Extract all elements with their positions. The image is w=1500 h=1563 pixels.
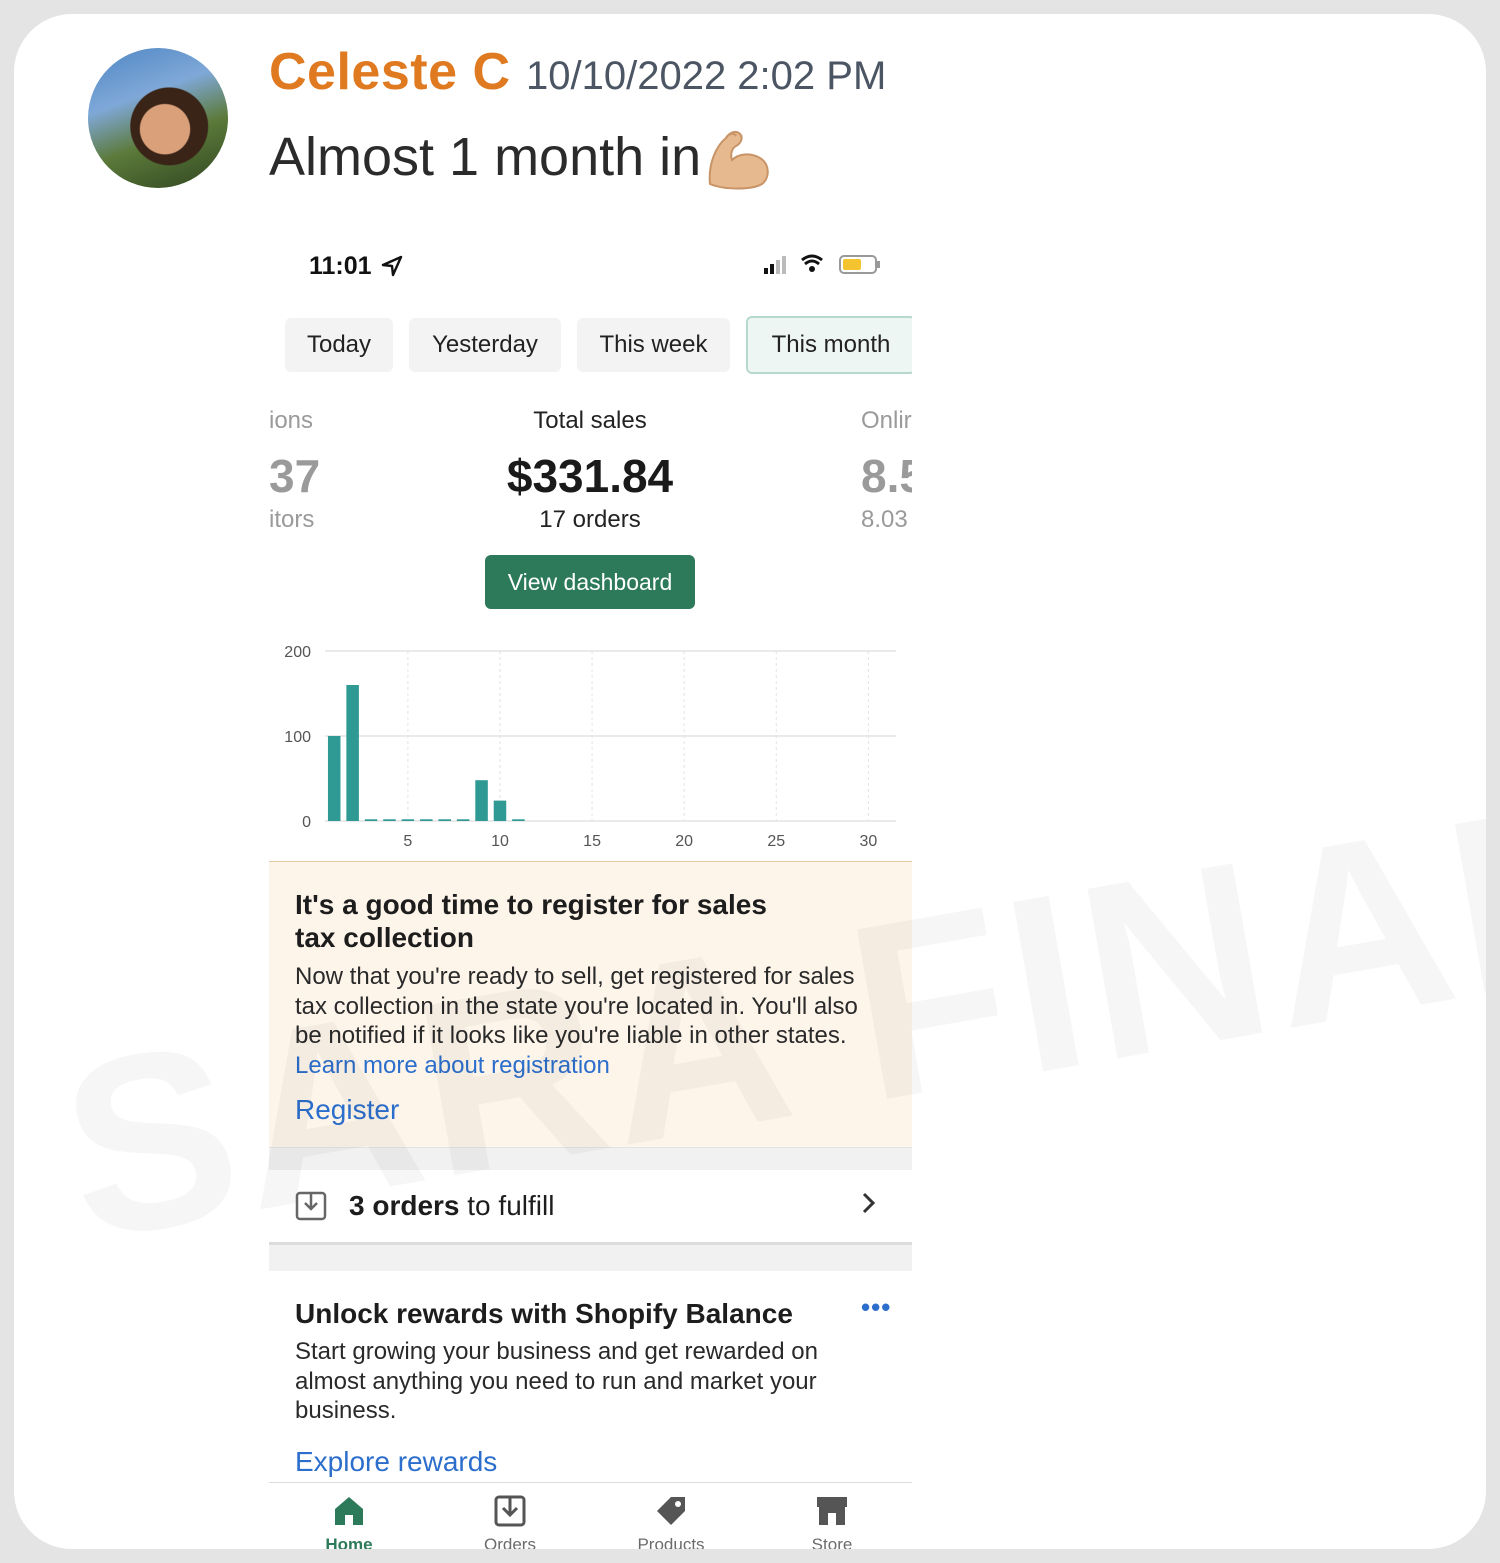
sales-bar-chart: 0 100 200 5 10 15 20 25 30 — [284, 644, 896, 849]
learn-more-link[interactable]: Learn more about registration — [295, 1052, 610, 1079]
filter-label: This month — [771, 331, 891, 358]
section-divider — [269, 1148, 912, 1170]
fulfill-suffix: to fulfill — [459, 1190, 555, 1221]
post-message: Almost 1 month in — [269, 127, 702, 187]
explore-rewards-link[interactable]: Explore rewards — [295, 1446, 497, 1478]
tax-card-body: Now that you're ready to sell, get regis… — [295, 962, 875, 1080]
x-tick-label: 30 — [859, 833, 877, 849]
metric-left-value: 37 — [269, 450, 321, 502]
section-divider — [269, 1245, 912, 1271]
x-tick-label: 20 — [675, 833, 693, 849]
total-sales-value[interactable]: $331.84 — [435, 449, 745, 503]
x-tick-label: 25 — [767, 833, 785, 849]
bottom-tab-bar: Home Orders Products Store — [269, 1482, 912, 1549]
status-time: 11:01 — [309, 252, 403, 281]
home-icon — [335, 1497, 363, 1525]
filter-label: Yesterday — [432, 331, 538, 358]
filter-this-month[interactable]: This month — [746, 316, 912, 374]
tab-store[interactable]: Store — [772, 1493, 892, 1549]
tab-label: Products — [637, 1535, 705, 1549]
chart-bar — [364, 819, 378, 821]
download-box-icon — [295, 1191, 327, 1221]
chart-bar — [512, 819, 525, 821]
avatar[interactable] — [88, 48, 228, 188]
filter-yesterday[interactable]: Yesterday — [409, 318, 561, 372]
orders-count: 3 orders — [349, 1190, 460, 1221]
y-tick-label: 200 — [284, 644, 311, 661]
tab-home[interactable]: Home — [289, 1493, 409, 1549]
battery-icon — [839, 255, 880, 274]
post-timestamp: 10/10/2022 2:02 PM — [526, 54, 887, 98]
tab-label: Orders — [484, 1535, 536, 1549]
rewards-card-title: Unlock rewards with Shopify Balance — [295, 1298, 793, 1329]
x-tick-label: 10 — [491, 833, 509, 849]
flexed-biceps-icon — [708, 130, 769, 190]
store-icon — [817, 1497, 847, 1525]
tag-icon — [657, 1497, 685, 1525]
register-link[interactable]: Register — [295, 1094, 399, 1126]
chart-bar — [456, 819, 470, 821]
post-card: Celeste C 10/10/2022 2:02 PM Almost 1 mo… — [14, 14, 1486, 1549]
x-tick-label: 5 — [403, 833, 412, 849]
y-tick-label: 0 — [302, 814, 311, 831]
filter-this-week[interactable]: This week — [577, 318, 730, 372]
chart-bar — [346, 685, 359, 821]
tab-orders[interactable]: Orders — [450, 1493, 570, 1549]
location-arrow-icon — [381, 255, 402, 277]
tax-registration-card: It's a good time to register for sales t… — [269, 861, 912, 1149]
post-author[interactable]: Celeste C — [269, 42, 511, 102]
tab-products[interactable]: Products — [611, 1493, 731, 1549]
total-orders-count: 17 orders — [539, 506, 641, 533]
chart-bar — [327, 736, 341, 821]
status-time-text: 11:01 — [309, 252, 372, 280]
metric-right-value: 8.5 — [861, 450, 912, 502]
tax-card-title: It's a good time to register for sales t… — [295, 889, 767, 953]
metric-left-sub: itors — [269, 506, 315, 533]
x-tick-label: 15 — [583, 833, 601, 849]
chart-bar — [438, 819, 451, 821]
y-tick-label: 100 — [284, 729, 311, 746]
orders-to-fulfill-text: 3 orders to fulfill — [349, 1190, 554, 1222]
chart-bar — [383, 819, 396, 821]
tab-label: Store — [811, 1535, 853, 1549]
rewards-card-body: Start growing your business and get rewa… — [295, 1338, 818, 1424]
rewards-more-menu[interactable]: ••• — [861, 1292, 891, 1323]
metric-right-label: Onlir — [861, 407, 912, 434]
orders-icon — [494, 1495, 526, 1527]
orders-to-fulfill-row[interactable]: 3 orders to fulfill — [269, 1170, 912, 1245]
filter-today[interactable]: Today — [285, 318, 393, 372]
filter-label: This week — [599, 331, 708, 358]
chart-bar — [475, 780, 488, 821]
wifi-icon — [801, 254, 823, 272]
metric-right-sub: 8.03 — [861, 506, 908, 533]
chevron-right-icon — [862, 1192, 876, 1214]
tax-card-body-text: Now that you're ready to sell, get regis… — [295, 963, 858, 1049]
total-sales-label: Total sales — [533, 407, 647, 434]
view-dashboard-button[interactable]: View dashboard — [485, 555, 695, 609]
signal-icon — [764, 256, 786, 274]
tab-label: Home — [325, 1535, 373, 1549]
filter-label: Today — [306, 331, 372, 358]
metric-left-label: ions — [269, 407, 314, 434]
chart-bar — [420, 819, 433, 821]
chart-bar — [493, 800, 507, 821]
phone-screenshot: 11:01 Today Yesterday This week This mon… — [269, 224, 912, 1549]
status-icons — [764, 254, 880, 274]
chart-bar — [401, 819, 415, 821]
